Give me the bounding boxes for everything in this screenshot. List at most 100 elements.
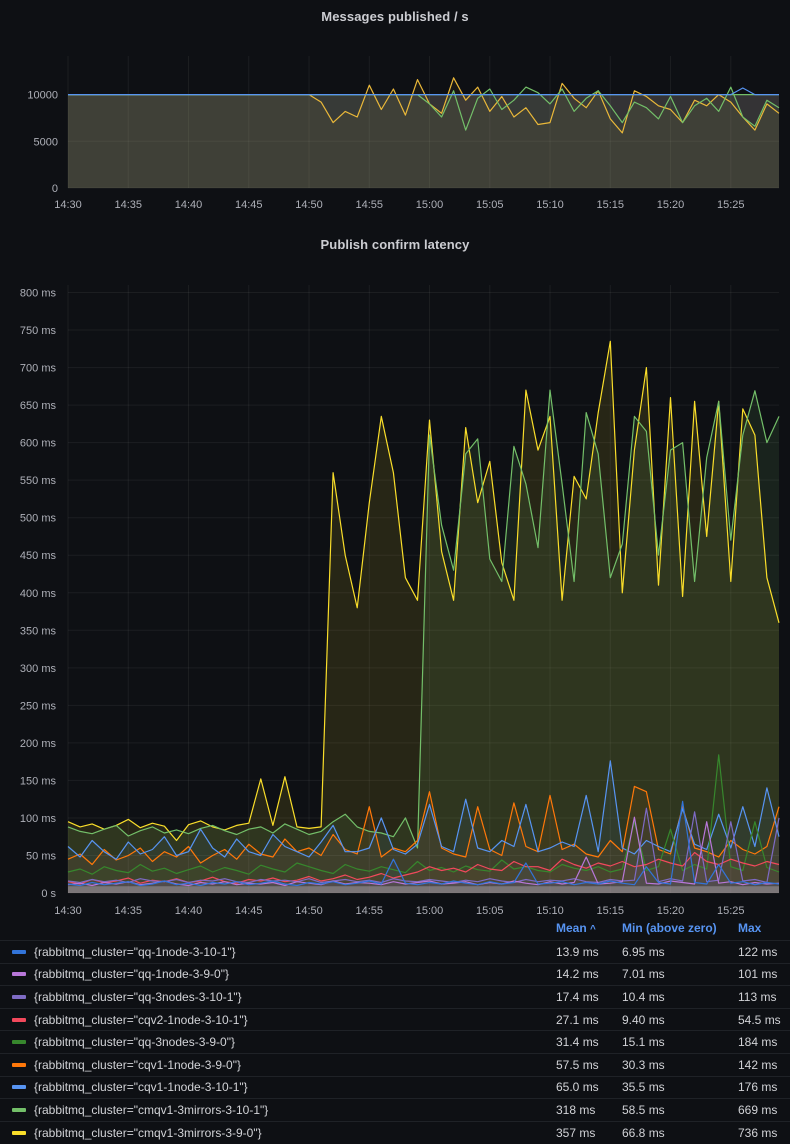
messages-published-chart[interactable]: 0 5000 10000 14:30 14:35 14:40 14:45 14:50 14:55…	[0, 0, 790, 230]
legend-row[interactable]: {rabbitmq_cluster="cqv2-1node-3-10-1"} 27…	[0, 1008, 790, 1031]
max-value: 184 ms	[738, 1035, 790, 1049]
legend-row[interactable]: {rabbitmq_cluster="cmqv1-3mirrors-3-9-0"…	[0, 1121, 790, 1144]
series-label-cell[interactable]: {rabbitmq_cluster="cqv1-1node-3-9-0"}	[12, 1058, 556, 1072]
series-label: {rabbitmq_cluster="cqv2-1node-3-10-1"}	[34, 1013, 248, 1027]
mean-value: 27.1 ms	[556, 1013, 622, 1027]
max-value: 669 ms	[738, 1103, 790, 1117]
max-value: 101 ms	[738, 967, 790, 981]
min-value: 15.1 ms	[622, 1035, 738, 1049]
series-color-swatch[interactable]	[12, 995, 26, 999]
series-label: {rabbitmq_cluster="cqv1-1node-3-10-1"}	[34, 1080, 248, 1094]
series-label-cell[interactable]: {rabbitmq_cluster="cqv1-1node-3-10-1"}	[12, 1080, 556, 1094]
publish-confirm-latency-chart[interactable]: 0 s 50 ms 100 ms 150 ms 200 ms 250 ms 300 ms 35…	[0, 230, 790, 920]
series-label: {rabbitmq_cluster="cqv1-1node-3-9-0"}	[34, 1058, 241, 1072]
series-color-swatch[interactable]	[12, 1108, 26, 1112]
y-tick-label: 600 ms	[20, 438, 57, 450]
series-color-swatch[interactable]	[12, 1040, 26, 1044]
series-color-swatch[interactable]	[12, 950, 26, 954]
y-tick-label: 10000	[27, 90, 58, 102]
legend-row[interactable]: {rabbitmq_cluster="qq-1node-3-9-0"} 14.2 …	[0, 963, 790, 986]
panel-messages-published: Messages published / s 050001000014:3014…	[0, 0, 790, 230]
series-label: {rabbitmq_cluster="qq-1node-3-10-1"}	[34, 945, 236, 959]
x-tick-label: 15:05	[476, 199, 504, 211]
y-tick-label: 150 ms	[20, 775, 57, 787]
mean-value: 14.2 ms	[556, 967, 622, 981]
min-value: 30.3 ms	[622, 1058, 738, 1072]
mean-value: 65.0 ms	[556, 1080, 622, 1094]
series-label-cell[interactable]: {rabbitmq_cluster="qq-3nodes-3-10-1"}	[12, 990, 556, 1004]
y-tick-label: 800 ms	[20, 288, 57, 300]
series-color-swatch[interactable]	[12, 1018, 26, 1022]
legend-row[interactable]: {rabbitmq_cluster="cmqv1-3mirrors-3-10-1…	[0, 1098, 790, 1121]
legend-row[interactable]: {rabbitmq_cluster="qq-3nodes-3-10-1"} 17.…	[0, 985, 790, 1008]
legend-header-max[interactable]: Max	[738, 921, 790, 935]
y-tick-label: 50 ms	[26, 850, 56, 862]
series-color-swatch[interactable]	[12, 972, 26, 976]
series-label: {rabbitmq_cluster="qq-3nodes-3-10-1"}	[34, 990, 242, 1004]
x-tick-label: 15:00	[416, 199, 444, 211]
series-label-cell[interactable]: {rabbitmq_cluster="cmqv1-3mirrors-3-10-1…	[12, 1103, 556, 1117]
y-tick-label: 0	[52, 183, 58, 195]
min-value: 6.95 ms	[622, 945, 738, 959]
series-label: {rabbitmq_cluster="cmqv1-3mirrors-3-10-1…	[34, 1103, 268, 1117]
x-tick-label: 15:20	[657, 199, 685, 211]
legend-row[interactable]: {rabbitmq_cluster="qq-3nodes-3-9-0"}31.4…	[0, 1030, 790, 1053]
series-color-swatch[interactable]	[12, 1085, 26, 1089]
legend-header-mean[interactable]: Mean ^	[556, 921, 622, 935]
max-value: 736 ms	[738, 1126, 790, 1140]
y-tick-label: 350 ms	[20, 625, 57, 637]
series-label-cell[interactable]: {rabbitmq_cluster="qq-3nodes-3-9-0"}	[12, 1035, 556, 1049]
max-value: 54.5 ms	[738, 1013, 790, 1027]
series-color-swatch[interactable]	[12, 1063, 26, 1067]
min-value: 10.4 ms	[622, 990, 738, 1004]
y-tick-label: 100 ms	[20, 813, 57, 825]
x-tick-label: 15:25	[717, 199, 745, 211]
x-tick-label: 14:35	[114, 199, 142, 211]
mean-value: 57.5 ms	[556, 1058, 622, 1072]
min-value: 7.01 ms	[622, 967, 738, 981]
series-label-cell[interactable]: {rabbitmq_cluster="qq-1node-3-9-0"}	[12, 967, 556, 981]
min-value: 9.40 ms	[622, 1013, 738, 1027]
x-tick-label: 14:45	[235, 199, 263, 211]
sort-ascending-icon: ^	[590, 924, 596, 935]
y-tick-label: 700 ms	[20, 363, 57, 375]
y-tick-label: 550 ms	[20, 475, 57, 487]
y-tick-label: 5000	[34, 136, 58, 148]
series-label-cell[interactable]: {rabbitmq_cluster="cqv2-1node-3-10-1"}	[12, 1013, 556, 1027]
y-tick-label: 450 ms	[20, 550, 57, 562]
x-tick-label: 14:40	[175, 199, 203, 211]
grafana-dashboard: Messages published / s 050001000014:3014…	[0, 0, 790, 1144]
y-tick-label: 0 s	[41, 888, 56, 900]
legend-row[interactable]: {rabbitmq_cluster="cqv1-1node-3-9-0"} 57.…	[0, 1053, 790, 1076]
min-value: 66.8 ms	[622, 1126, 738, 1140]
max-value: 142 ms	[738, 1058, 790, 1072]
series-color-swatch[interactable]	[12, 1131, 26, 1135]
legend-header-row: Mean ^ Min (above zero) Max	[0, 916, 790, 940]
max-value: 176 ms	[738, 1080, 790, 1094]
y-tick-label: 750 ms	[20, 325, 57, 337]
legend-row[interactable]: {rabbitmq_cluster="cqv1-1node-3-10-1"} 65…	[0, 1076, 790, 1099]
y-tick-label: 500 ms	[20, 513, 57, 525]
series-label-cell[interactable]: {rabbitmq_cluster="qq-1node-3-10-1"}	[12, 945, 556, 959]
x-tick-label: 14:50	[295, 199, 323, 211]
mean-value: 357 ms	[556, 1126, 622, 1140]
legend-table: Mean ^ Min (above zero) Max {rabbitmq_cl…	[0, 916, 790, 1144]
x-tick-label: 15:10	[536, 199, 564, 211]
mean-value: 17.4 ms	[556, 990, 622, 1004]
y-tick-label: 400 ms	[20, 588, 57, 600]
legend-row[interactable]: {rabbitmq_cluster="qq-1node-3-10-1"}13.9…	[0, 940, 790, 963]
series-label-cell[interactable]: {rabbitmq_cluster="cmqv1-3mirrors-3-9-0"…	[12, 1126, 556, 1140]
x-tick-label: 14:30	[54, 199, 82, 211]
series-label: {rabbitmq_cluster="cmqv1-3mirrors-3-9-0"…	[34, 1126, 262, 1140]
y-tick-label: 650 ms	[20, 400, 57, 412]
y-tick-label: 300 ms	[20, 663, 57, 675]
mean-header-label: Mean	[556, 921, 587, 935]
legend-header-min[interactable]: Min (above zero)	[622, 921, 738, 935]
y-tick-label: 200 ms	[20, 738, 57, 750]
series-label: {rabbitmq_cluster="qq-1node-3-9-0"}	[34, 967, 229, 981]
x-tick-label: 14:55	[356, 199, 384, 211]
max-value: 113 ms	[738, 990, 790, 1004]
series-label: {rabbitmq_cluster="qq-3nodes-3-9-0"}	[34, 1035, 235, 1049]
y-tick-label: 250 ms	[20, 700, 57, 712]
panel-publish-confirm-latency: Publish confirm latency 0 s50 ms100 ms15…	[0, 230, 790, 1144]
